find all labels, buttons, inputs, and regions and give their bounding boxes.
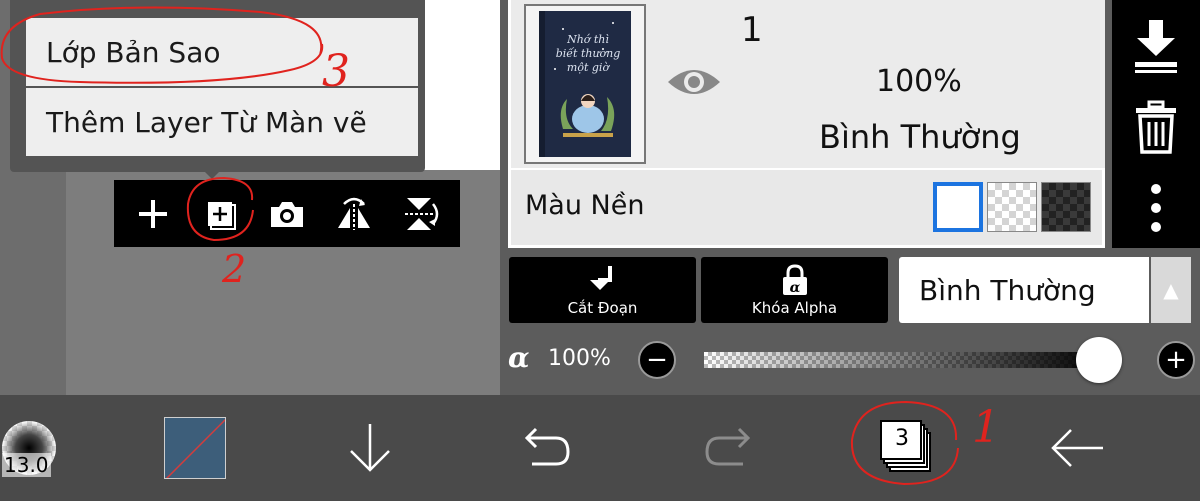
opacity-increase-button[interactable]: + <box>1157 341 1195 379</box>
background-color-label: Màu Nền <box>525 190 645 221</box>
background-transparent-option[interactable] <box>987 182 1037 232</box>
layer-count: 3 <box>895 425 909 451</box>
add-layer-popup-menu: Lớp Bản Sao Thêm Layer Từ Màn vẽ <box>10 0 425 172</box>
opacity-decrease-button[interactable]: − <box>638 341 676 379</box>
redo-button[interactable] <box>696 395 760 501</box>
more-options-button[interactable] <box>1126 183 1186 233</box>
merge-down-button[interactable] <box>1126 18 1186 78</box>
plus-icon <box>139 199 168 228</box>
flip-vertical-icon <box>404 197 438 230</box>
camera-icon <box>270 201 303 227</box>
background-white-option[interactable] <box>933 182 983 232</box>
eye-icon[interactable] <box>666 62 722 102</box>
brush-size-value: 13.0 <box>2 453 51 477</box>
opacity-slider-knob[interactable] <box>1076 337 1122 383</box>
bottom-toolbar: 13.0 3 <box>0 395 1200 501</box>
layer-toolbar <box>114 180 460 247</box>
alpha-lock-label: Khóa Alpha <box>751 298 838 317</box>
arrow-left-icon <box>1051 429 1103 467</box>
brush-size-button[interactable]: 13.0 <box>0 395 60 501</box>
flip-horizontal-icon <box>337 197 370 230</box>
back-button[interactable] <box>1045 395 1109 501</box>
flip-vertical-button[interactable] <box>393 186 449 242</box>
layer-thumbnail[interactable]: Nhớ thì biết thương một giờ <box>524 4 646 164</box>
undo-icon <box>524 427 570 466</box>
svg-text:biết thương: biết thương <box>556 47 621 60</box>
popup-pointer <box>203 170 221 179</box>
merge-down-icon <box>1135 20 1177 73</box>
duplicate-layer-icon <box>208 201 237 230</box>
camera-button[interactable] <box>259 186 315 242</box>
down-arrow-button[interactable] <box>340 395 400 501</box>
more-vertical-icon <box>1151 184 1161 232</box>
arrow-down-icon <box>350 424 390 472</box>
background-color-row: Màu Nền <box>511 172 1105 244</box>
layer-row[interactable]: Nhớ thì biết thương một giờ 1 100% Bình … <box>511 0 1105 170</box>
flip-horizontal-button[interactable] <box>326 186 382 242</box>
layers-button[interactable]: 3 <box>862 395 942 501</box>
alpha-symbol: α <box>508 341 530 374</box>
redo-icon <box>705 427 751 466</box>
layer-opacity-value: 100% <box>876 64 962 99</box>
clipping-label: Cắt Đoạn <box>567 298 638 317</box>
svg-text:Nhớ thì: Nhớ thì <box>566 33 609 46</box>
color-picker-button[interactable] <box>164 395 226 501</box>
layer-blend-mode: Bình Thường <box>819 118 1021 156</box>
layer-actions-rail <box>1112 0 1200 248</box>
blend-mode-arrow-icon[interactable]: ▲ <box>1151 257 1191 323</box>
blend-mode-select[interactable]: Bình Thường <box>899 257 1149 323</box>
clip-arrow-icon <box>589 265 612 290</box>
canvas-white-region <box>424 0 500 170</box>
menu-item-add-layer-from-canvas[interactable]: Thêm Layer Từ Màn vẽ <box>26 88 418 156</box>
background-dark-option[interactable] <box>1041 182 1091 232</box>
opacity-row: α 100% − + <box>508 335 1198 385</box>
menu-item-duplicate-layer[interactable]: Lớp Bản Sao <box>26 18 418 86</box>
alpha-lock-button[interactable]: α Khóa Alpha <box>701 257 888 323</box>
layer-panel: Nhớ thì biết thương một giờ 1 100% Bình … <box>508 0 1105 248</box>
duplicate-layer-button[interactable] <box>192 186 248 242</box>
opacity-slider-track[interactable] <box>704 352 1104 368</box>
undo-button[interactable] <box>515 395 579 501</box>
svg-text:một giờ: một giờ <box>567 61 611 74</box>
current-color-swatch <box>164 417 226 479</box>
book-cover-image: Nhớ thì biết thương một giờ <box>539 11 631 157</box>
add-layer-button[interactable] <box>125 186 181 242</box>
delete-layer-button[interactable] <box>1126 100 1186 160</box>
clipping-button[interactable]: Cắt Đoạn <box>509 257 696 323</box>
lock-icon: α <box>782 263 807 296</box>
trash-icon <box>1136 100 1176 154</box>
svg-text:α: α <box>789 280 800 296</box>
opacity-value: 100% <box>548 346 611 371</box>
layer-number: 1 <box>741 10 763 50</box>
layers-stack-icon: 3 <box>874 420 931 476</box>
